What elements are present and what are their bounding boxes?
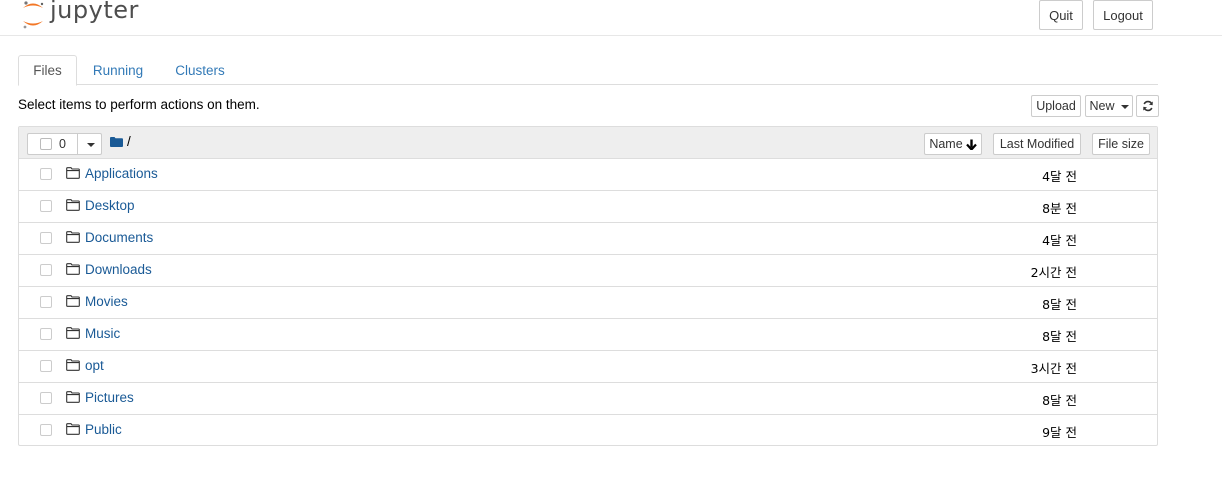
folder-solid-icon[interactable] <box>110 137 123 147</box>
folder-outline-icon <box>66 359 80 371</box>
file-modified: 8달 전 <box>1042 329 1077 344</box>
row-checkbox[interactable] <box>40 168 52 180</box>
sort-by-size-button[interactable]: File size <box>1092 133 1150 155</box>
file-name-link[interactable]: opt <box>85 358 104 373</box>
row-checkbox[interactable] <box>40 232 52 244</box>
file-name-link[interactable]: Desktop <box>85 198 135 213</box>
jupyter-logo-icon <box>23 1 44 29</box>
file-modified: 4달 전 <box>1042 233 1077 248</box>
file-modified: 2시간 전 <box>1030 265 1077 280</box>
file-modified: 4달 전 <box>1042 169 1077 184</box>
select-all-control: 0 <box>27 133 102 155</box>
folder-outline-icon <box>66 263 80 275</box>
file-name-link[interactable]: Music <box>85 326 120 341</box>
folder-outline-icon <box>66 231 80 243</box>
new-button-label: New <box>1089 99 1115 113</box>
file-modified: 9달 전 <box>1042 425 1077 440</box>
select-dropdown-button[interactable] <box>77 133 103 155</box>
row-checkbox[interactable] <box>40 200 52 212</box>
tab-clusters[interactable]: Clusters <box>174 55 226 85</box>
tab-running[interactable]: Running <box>92 55 144 85</box>
file-row[interactable]: Music 8달 전 <box>19 319 1157 351</box>
refresh-icon <box>1142 100 1153 112</box>
sort-by-name-button[interactable]: Name <box>924 133 982 155</box>
file-modified: 8분 전 <box>1042 201 1077 216</box>
upload-button[interactable]: Upload <box>1031 95 1081 117</box>
folder-outline-icon <box>66 391 80 403</box>
file-list-panel: 0 / Name Last Modified File size Applica… <box>18 126 1158 446</box>
folder-outline-icon <box>66 295 80 307</box>
jupyter-logo[interactable]: jupyter <box>20 0 138 32</box>
sort-by-modified-button[interactable]: Last Modified <box>993 133 1081 155</box>
file-name-link[interactable]: Applications <box>85 166 158 181</box>
file-name-link[interactable]: Downloads <box>85 262 152 277</box>
breadcrumb-path[interactable]: / <box>127 134 131 149</box>
file-modified: 8달 전 <box>1042 297 1077 312</box>
file-row[interactable]: Applications 4달 전 <box>19 159 1157 191</box>
file-name-link[interactable]: Public <box>85 422 122 437</box>
file-row[interactable]: opt 3시간 전 <box>19 351 1157 383</box>
sort-name-label: Name <box>929 137 963 151</box>
logout-button[interactable]: Logout <box>1093 0 1153 30</box>
row-checkbox[interactable] <box>40 360 52 372</box>
arrow-down-icon <box>965 139 977 150</box>
file-row[interactable]: Movies 8달 전 <box>19 287 1157 319</box>
tab-bar: Files Running Clusters <box>18 55 1158 86</box>
file-name-link[interactable]: Movies <box>85 294 128 309</box>
tab-files[interactable]: Files <box>18 55 77 86</box>
file-row[interactable]: Public 9달 전 <box>19 415 1157 447</box>
folder-outline-icon <box>66 327 80 339</box>
file-name-link[interactable]: Pictures <box>85 390 134 405</box>
file-row[interactable]: Downloads 2시간 전 <box>19 255 1157 287</box>
row-checkbox[interactable] <box>40 392 52 404</box>
file-modified: 3시간 전 <box>1030 361 1077 376</box>
row-checkbox[interactable] <box>40 296 52 308</box>
select-all-checkbox[interactable] <box>40 138 52 150</box>
selected-count: 0 <box>59 137 66 151</box>
caret-down-icon <box>86 143 95 147</box>
file-modified: 8달 전 <box>1042 393 1077 408</box>
file-name-link[interactable]: Documents <box>85 230 153 245</box>
quit-button[interactable]: Quit <box>1039 0 1083 30</box>
caret-down-icon <box>1120 105 1129 109</box>
file-row[interactable]: Documents 4달 전 <box>19 223 1157 255</box>
file-row[interactable]: Desktop 8분 전 <box>19 191 1157 223</box>
folder-outline-icon <box>66 199 80 211</box>
file-row[interactable]: Pictures 8달 전 <box>19 383 1157 415</box>
header-bar: jupyter Quit Logout <box>0 0 1222 36</box>
instructions-text: Select items to perform actions on them. <box>18 97 260 112</box>
refresh-button[interactable] <box>1136 95 1159 117</box>
folder-outline-icon <box>66 423 80 435</box>
row-checkbox[interactable] <box>40 424 52 436</box>
folder-outline-icon <box>66 167 80 179</box>
new-button[interactable]: New <box>1085 95 1133 117</box>
row-checkbox[interactable] <box>40 328 52 340</box>
file-list-header: 0 / Name Last Modified File size <box>19 127 1157 159</box>
logo-text: jupyter <box>50 0 139 24</box>
row-checkbox[interactable] <box>40 264 52 276</box>
